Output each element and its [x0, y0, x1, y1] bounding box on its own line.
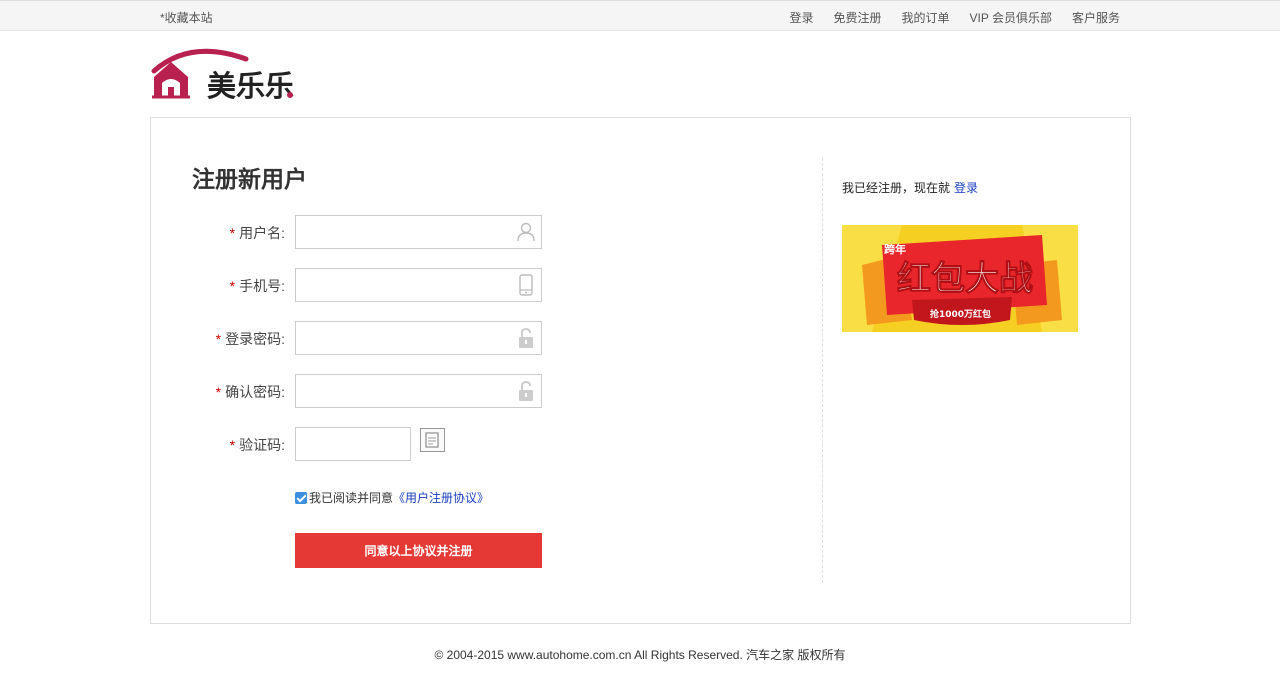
bookmark-site-link[interactable]: *收藏本站: [160, 9, 213, 26]
banner-sub-text: 抢1000万红包: [930, 308, 991, 320]
required-mark: *: [215, 384, 222, 400]
footer-copyright: © 2004-2015 www.autohome.com.cn All Righ…: [434, 648, 846, 662]
page-title: 注册新用户: [192, 166, 307, 192]
phone-label: * 手机号:: [151, 276, 285, 296]
top-link-login[interactable]: 登录: [789, 9, 813, 26]
username-input[interactable]: [295, 215, 542, 249]
register-panel: 注册新用户 * 用户名: * 手机号: * 登录密码: * 确认密码: * 验证码:: [150, 117, 1131, 624]
agree-text: 我已阅读并同意: [309, 491, 394, 505]
agreement-row: 我已阅读并同意 《用户注册协议》: [295, 489, 489, 506]
register-submit-button[interactable]: 同意以上协议并注册: [295, 533, 542, 568]
confirm-password-input[interactable]: [295, 374, 542, 408]
top-link-orders[interactable]: 我的订单: [902, 9, 950, 26]
agree-checkbox[interactable]: [295, 491, 307, 504]
top-bar: *收藏本站 登录 免费注册 我的订单 VIP 会员俱乐部 客户服务: [0, 0, 1280, 31]
top-link-service[interactable]: 客户服务: [1072, 9, 1120, 26]
confirm-password-label-text: 确认密码:: [225, 384, 285, 400]
confirm-password-label: * 确认密码:: [151, 382, 285, 402]
username-label: * 用户名:: [151, 223, 285, 243]
promo-banner[interactable]: 跨年 红包大战 抢1000万红包: [842, 225, 1078, 332]
required-mark: *: [229, 278, 236, 294]
password-label-text: 登录密码:: [225, 331, 285, 347]
captcha-icon: [421, 432, 444, 455]
vertical-divider: [822, 158, 823, 583]
banner-main-text: 红包大战: [897, 259, 1033, 299]
captcha-label: * 验证码:: [151, 435, 285, 455]
top-nav: 登录 免费注册 我的订单 VIP 会员俱乐部 客户服务: [789, 9, 1120, 26]
top-link-register[interactable]: 免费注册: [833, 9, 881, 26]
password-input[interactable]: [295, 321, 542, 355]
required-mark: *: [229, 225, 236, 241]
captcha-label-text: 验证码:: [239, 437, 285, 453]
banner-small-text: 跨年: [884, 242, 906, 256]
required-mark: *: [229, 437, 236, 453]
phone-icon: [515, 274, 537, 296]
username-label-text: 用户名:: [239, 225, 285, 241]
side-login-link[interactable]: 登录: [954, 181, 978, 195]
already-registered-text: 我已经注册，现在就 登录: [842, 179, 978, 196]
top-link-vip[interactable]: VIP 会员俱乐部: [970, 9, 1052, 26]
already-registered-label: 我已经注册，现在就: [842, 181, 951, 195]
captcha-input[interactable]: [295, 427, 411, 461]
agreement-link[interactable]: 《用户注册协议》: [393, 489, 489, 506]
required-mark: *: [215, 331, 222, 347]
site-logo[interactable]: 美乐乐: [150, 45, 300, 103]
phone-label-text: 手机号:: [239, 278, 285, 294]
phone-input[interactable]: [295, 268, 542, 302]
password-label: * 登录密码:: [151, 329, 285, 349]
lock-icon: [515, 327, 537, 349]
logo-text: 美乐乐: [207, 69, 294, 103]
promo-banner-image: 跨年 红包大战 抢1000万红包: [842, 225, 1078, 332]
user-icon: [515, 221, 537, 243]
lock-icon: [515, 380, 537, 402]
captcha-image-button[interactable]: [420, 428, 445, 452]
logo-image: 美乐乐: [151, 48, 294, 103]
